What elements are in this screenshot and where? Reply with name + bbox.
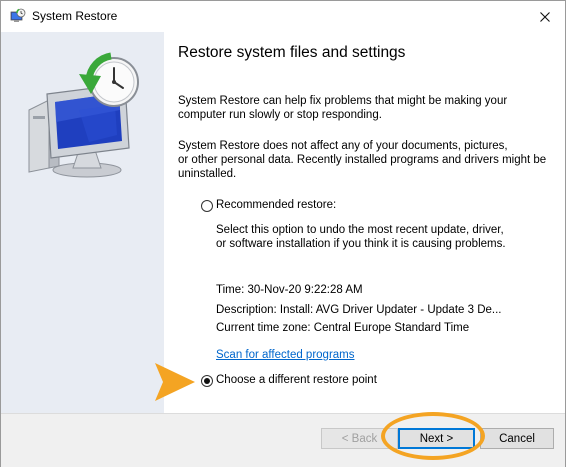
intro-paragraph: System Restore can help fix problems tha… — [178, 94, 528, 122]
recommended-restore-radio[interactable] — [201, 200, 213, 212]
next-button[interactable]: Next > — [398, 428, 475, 449]
notice-paragraph: System Restore does not affect any of yo… — [178, 139, 547, 181]
recommended-restore-label[interactable]: Recommended restore: — [216, 199, 336, 211]
close-icon — [540, 11, 550, 22]
system-restore-icon — [10, 8, 26, 22]
notice-line-1: System Restore does not affect any of yo… — [178, 140, 508, 152]
notice-line-3: uninstalled. — [178, 168, 237, 180]
window-title: System Restore — [32, 9, 118, 23]
intro-line-1: System Restore can help fix problems tha… — [178, 95, 508, 107]
recommended-desc-line-2: or software installation if you think it… — [216, 238, 506, 250]
side-panel — [1, 32, 164, 413]
restore-timezone: Current time zone: Central Europe Standa… — [216, 322, 470, 334]
scan-affected-programs-link[interactable]: Scan for affected programs — [216, 348, 355, 362]
intro-line-2: computer run slowly or stop responding. — [178, 109, 382, 121]
cancel-button[interactable]: Cancel — [480, 428, 554, 449]
different-restore-point-label[interactable]: Choose a different restore point — [216, 374, 377, 386]
back-button[interactable]: < Back — [321, 428, 398, 449]
system-restore-window: System Restore Restore system files and … — [0, 0, 566, 467]
recommended-desc-line-1: Select this option to undo the most rece… — [216, 224, 504, 236]
notice-line-2: or other personal data. Recently install… — [178, 154, 547, 166]
page-heading: Restore system files and settings — [178, 44, 406, 61]
restore-description: Description: Install: AVG Driver Updater… — [216, 304, 502, 316]
restore-time: Time: 30-Nov-20 9:22:28 AM — [216, 284, 363, 296]
button-bar: < Back Next > Cancel — [1, 413, 565, 467]
title-bar[interactable]: System Restore — [1, 1, 565, 32]
close-button[interactable] — [525, 1, 565, 32]
system-restore-hero-icon — [28, 52, 139, 178]
different-restore-point-radio[interactable] — [201, 375, 213, 387]
